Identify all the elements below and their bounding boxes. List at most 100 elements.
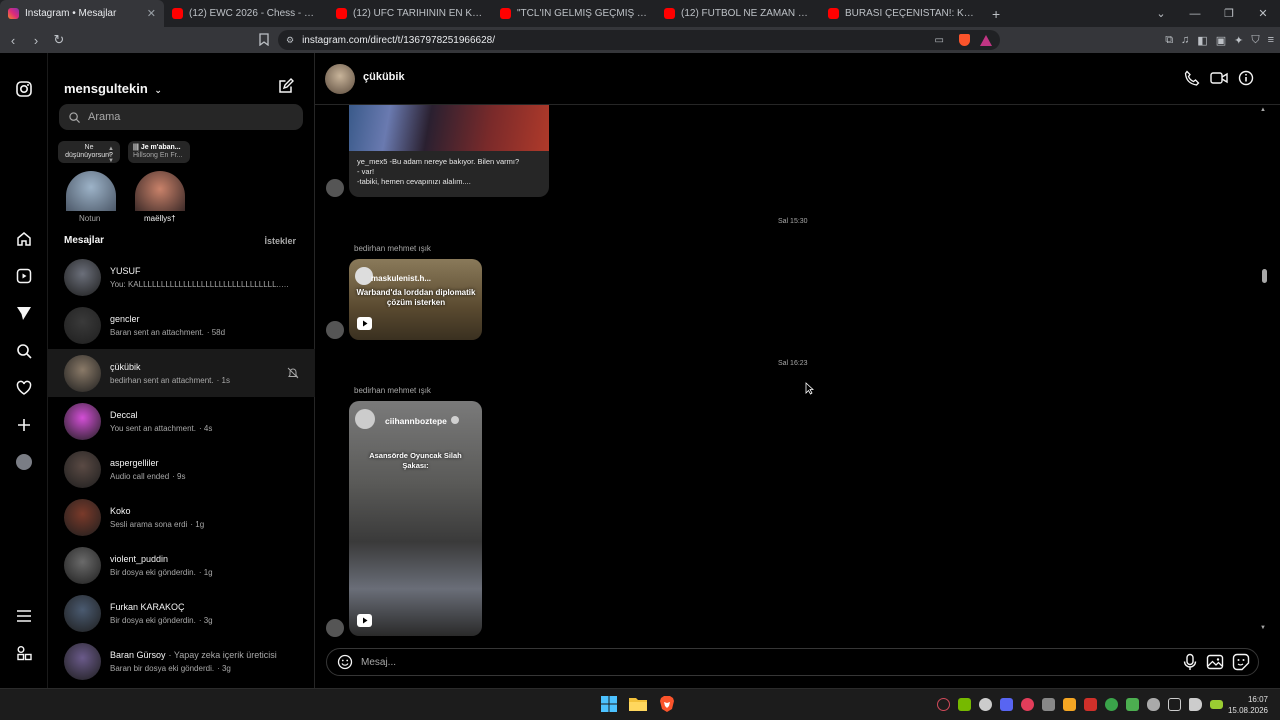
conversation-list-panel: mensgultekin ⌄ Arama Ne düşünüyorsun? ▲ ≡… <box>48 53 315 688</box>
friend-note-avatar[interactable] <box>135 171 185 211</box>
tab-youtube-2[interactable]: (12) UFC TARİHİNİN EN KUSURSUZ D <box>328 0 492 27</box>
photo-gallery-icon[interactable] <box>1206 653 1224 671</box>
chat-title[interactable]: çükübik <box>363 71 405 83</box>
tab-youtube-3[interactable]: "TCL'İN GELMİŞ GEÇMİŞ EN İYİ ORTA <box>492 0 656 27</box>
notifications-heart-icon[interactable] <box>14 378 34 398</box>
tray-app-icon[interactable] <box>937 698 950 711</box>
message-composer[interactable]: Mesaj... <box>326 648 1259 676</box>
brave-browser-icon[interactable] <box>658 695 676 713</box>
shared-post-message[interactable]: ye_mex5 -Bu adam nereye bakıyor. Bilen v… <box>349 105 549 197</box>
thread-row[interactable]: YUSUF You: KALLLLLLLLLLLLLLLLLLLLLLLLLLLL… <box>48 253 315 301</box>
tab-youtube-5[interactable]: BURASI ÇEÇENİSTAN!: Khamzat Chim <box>820 0 984 27</box>
tray-shield-icon[interactable] <box>1126 698 1139 711</box>
tab-search-icon[interactable]: ⌄ <box>1144 7 1178 20</box>
media-icon[interactable]: ♫ <box>1181 34 1189 46</box>
thread-row[interactable]: violent_puddin Bir dosya eki gönderdin. · … <box>48 541 315 589</box>
sticker-icon[interactable] <box>1232 653 1250 671</box>
tray-green-app-icon[interactable] <box>1105 698 1118 711</box>
thread-preview: Audio call ended <box>110 471 170 481</box>
new-message-icon[interactable] <box>278 78 294 94</box>
thread-row[interactable]: Deccal You sent an attachment. · 4s <box>48 397 315 445</box>
site-info-icon[interactable]: ⚙ <box>286 35 294 46</box>
brave-shield-icon[interactable] <box>959 34 970 46</box>
reload-icon[interactable]: ↻ <box>49 32 69 48</box>
back-icon[interactable]: ‹ <box>3 33 23 48</box>
tab-instagram[interactable]: Instagram • Mesajlar ✕ <box>0 0 164 27</box>
shared-reel-message[interactable]: maskulenist.h... Warband'da lorddan dipl… <box>349 259 482 340</box>
close-tab-icon[interactable]: ✕ <box>147 7 156 20</box>
extensions-icon[interactable]: ⧉ <box>1165 34 1173 47</box>
sender-avatar[interactable] <box>326 619 344 637</box>
chat-scrollbar-thumb[interactable] <box>1262 269 1267 283</box>
menu-icon[interactable]: ≡ <box>1268 34 1274 46</box>
tray-record-icon[interactable] <box>1021 698 1034 711</box>
conversation-info-icon[interactable] <box>1238 70 1254 86</box>
tray-steam-icon[interactable] <box>979 698 992 711</box>
chat-scrollbar[interactable]: ▲ ▼ <box>1260 105 1268 635</box>
video-call-icon[interactable] <box>1210 70 1228 86</box>
leo-ai-icon[interactable]: ✦ <box>1234 34 1243 47</box>
tray-nvidia-icon[interactable] <box>958 698 971 711</box>
create-plus-icon[interactable] <box>14 415 34 435</box>
meta-apps-icon[interactable] <box>14 643 34 663</box>
sender-avatar[interactable] <box>326 179 344 197</box>
tray-red-app-icon[interactable] <box>1084 698 1097 711</box>
microphone-icon[interactable] <box>1182 653 1198 671</box>
more-menu-icon[interactable] <box>14 606 34 626</box>
thread-row[interactable]: Furkan KARAKOÇ Bir dosya eki gönderdin. · … <box>48 589 315 637</box>
minimize-button[interactable]: — <box>1178 8 1212 20</box>
account-switcher[interactable]: mensgultekin ⌄ <box>64 81 162 96</box>
thread-row[interactable]: Baran Gürsoy · Yapay zeka içerik üreticis… <box>48 637 315 685</box>
sidebar-icon[interactable]: ◧ <box>1197 34 1207 47</box>
shared-reel-message[interactable]: ciihannboztepe Asansörde Oyuncak Silah Ş… <box>349 401 482 636</box>
windows-start-icon[interactable] <box>600 695 618 713</box>
maximize-button[interactable]: ❐ <box>1212 7 1246 20</box>
messages-icon[interactable] <box>14 303 34 323</box>
sender-avatar[interactable] <box>326 321 344 339</box>
chat-avatar[interactable] <box>325 64 355 94</box>
tab-youtube-4[interactable]: (12) FUTBOL NE ZAMAN BİTECEK? | E <box>656 0 820 27</box>
tray-orange-app-icon[interactable] <box>1063 698 1076 711</box>
cast-icon[interactable]: ▭ <box>935 35 944 46</box>
brave-rewards-icon[interactable] <box>980 34 992 46</box>
new-tab-button[interactable]: + <box>984 6 1008 22</box>
file-explorer-icon[interactable] <box>628 695 648 713</box>
friend-note-label: maëllys† <box>144 214 176 223</box>
mouse-cursor-icon <box>805 382 814 395</box>
friend-note-bubble[interactable]: ||| Je m'aban... Hillsong En Fr... <box>128 141 190 163</box>
thread-row[interactable]: aspergelliler Audio call ended · 9s <box>48 445 315 493</box>
tray-network-icon[interactable] <box>1168 698 1181 711</box>
thread-row[interactable]: gencler Baran sent an attachment. · 58d <box>48 301 315 349</box>
tray-battery-icon[interactable] <box>1210 700 1223 709</box>
forward-icon[interactable]: › <box>26 33 46 48</box>
home-icon[interactable] <box>14 229 34 249</box>
tray-ccleaner-icon[interactable] <box>1042 698 1055 711</box>
requests-link[interactable]: İstekler <box>264 236 296 246</box>
scroll-up-arrow-icon[interactable]: ▲ <box>1260 107 1266 113</box>
instagram-logo-icon[interactable] <box>14 79 34 99</box>
wallet-icon[interactable]: ▣ <box>1216 34 1226 47</box>
vpn-icon[interactable]: ⛉ <box>1251 34 1259 47</box>
thread-row[interactable]: çükübik bedirhan sent an attachment. · 1s <box>48 349 315 397</box>
emoji-icon[interactable] <box>337 654 353 670</box>
profile-avatar[interactable] <box>14 452 34 472</box>
reels-icon[interactable] <box>14 266 34 286</box>
taskbar-clock[interactable]: 16:07 15.08.2026 <box>1228 694 1268 716</box>
tab-youtube-1[interactable]: (12) EWC 2026 - Chess - BÜYÜK FİNA <box>164 0 328 27</box>
bookmark-icon[interactable] <box>259 33 269 46</box>
message-input[interactable]: Mesaj... <box>361 657 396 668</box>
audio-call-icon[interactable] <box>1184 70 1200 86</box>
thread-time: · 1g <box>190 519 205 529</box>
scroll-down-arrow-icon[interactable]: ▼ <box>1260 625 1266 631</box>
close-window-button[interactable]: ✕ <box>1246 7 1280 20</box>
tray-volume-icon[interactable] <box>1189 698 1202 711</box>
address-bar[interactable]: ⚙ instagram.com/direct/t/136797825196662… <box>278 30 1000 50</box>
own-note-avatar[interactable] <box>66 171 116 211</box>
thread-row[interactable]: Koko Sesli arama sona erdi · 1g <box>48 493 315 541</box>
tray-discord-icon[interactable] <box>1000 698 1013 711</box>
search-field[interactable]: Arama <box>59 104 303 130</box>
youtube-favicon-icon <box>500 8 511 19</box>
search-icon[interactable] <box>14 341 34 361</box>
youtube-favicon-icon <box>664 8 675 19</box>
tray-mic-icon[interactable] <box>1147 698 1160 711</box>
